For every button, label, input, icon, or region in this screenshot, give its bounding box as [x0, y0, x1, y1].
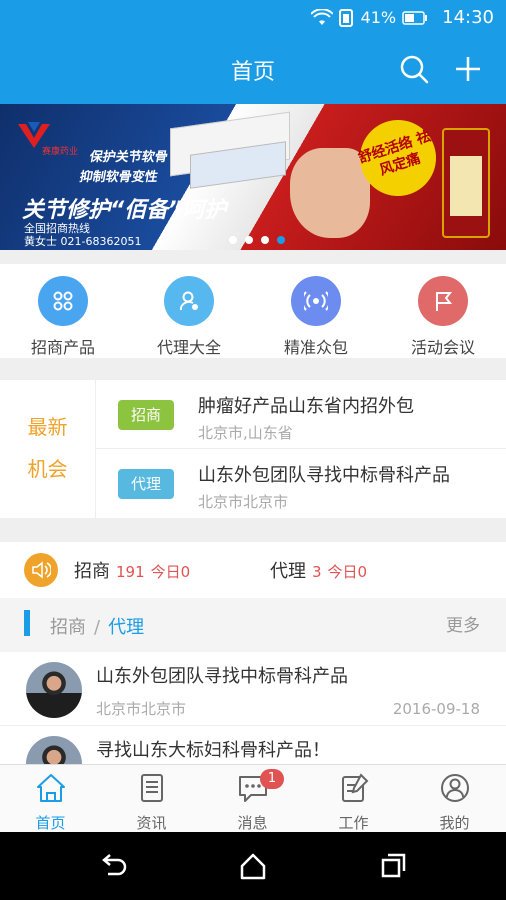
list-item[interactable]: 山东外包团队寻找中标骨科产品 北京市北京市 2016-09-18 — [0, 652, 506, 726]
banner-dot[interactable] — [261, 236, 269, 244]
opportunity-title: 肿瘤好产品山东省内招外包 — [198, 396, 414, 417]
more-link[interactable]: 更多 — [446, 611, 480, 636]
status-bar: 41% 14:30 — [0, 0, 506, 36]
category-badge: 代理 — [118, 469, 174, 499]
stat-daili[interactable]: 代理 3 今日0 — [270, 557, 367, 583]
tab-messages[interactable]: 1 消息 — [202, 769, 303, 833]
list-item-date: 2016-09-18 — [392, 700, 480, 718]
app-bar: 首页 — [0, 36, 506, 104]
list-item-title: 山东外包团队寻找中标骨科产品 — [96, 666, 348, 687]
grid-icon — [38, 276, 88, 326]
quick-item-daili[interactable]: 代理大全 — [126, 276, 252, 358]
home-icon — [36, 774, 65, 802]
post-list: 山东外包团队寻找中标骨科产品 北京市北京市 2016-09-18 寻找山东大标妇… — [0, 652, 506, 764]
system-nav-bar — [0, 832, 506, 900]
list-item[interactable]: 寻找山东大标妇科骨科产品！ — [0, 726, 506, 764]
edit-icon — [341, 773, 368, 802]
banner-tagline-2: 抑制软骨变性 — [78, 170, 159, 185]
bottom-tab-bar: 首页 资讯 1 消息 工作 我的 — [0, 764, 506, 832]
tab-news[interactable]: 资讯 — [101, 771, 202, 833]
signal-icon — [338, 8, 353, 27]
banner-dot-active[interactable] — [277, 236, 285, 244]
hand-image — [290, 148, 370, 238]
add-icon[interactable] — [452, 53, 484, 85]
stat-label: 代理 — [270, 561, 306, 582]
banner-slogan: 关节修护“佰备”呵护 — [22, 198, 227, 223]
opportunity-location: 北京市,山东省 — [198, 424, 293, 442]
avatar — [26, 736, 82, 764]
category-badge: 招商 — [118, 400, 174, 430]
stat-zhaoshang[interactable]: 招商 191 今日0 — [74, 557, 190, 583]
tab-label: 我的 — [439, 814, 470, 832]
home-nav-icon[interactable] — [238, 852, 268, 880]
unread-badge: 1 — [260, 769, 284, 789]
tab-zhaoshang[interactable]: 招商 — [50, 617, 86, 638]
section-header: 招商 / 代理 更多 — [0, 598, 506, 652]
quick-item-label: 代理大全 — [156, 338, 221, 357]
banner-tagline-1: 保护关节软骨 — [88, 150, 169, 165]
avatar — [26, 662, 82, 718]
list-item-location: 北京市北京市 — [96, 700, 187, 718]
opportunity-item[interactable]: 代理 山东外包团队寻找中标骨科产品 北京市北京市 — [96, 449, 506, 518]
list-item-title: 寻找山东大标妇科骨科产品！ — [96, 740, 330, 761]
brand-logo-text: 赛康药业 — [42, 147, 79, 157]
banner-dot[interactable] — [229, 236, 237, 244]
stat-today: 今日0 — [150, 563, 191, 581]
product-bottle-label — [450, 156, 482, 216]
quick-item-zhongbao[interactable]: 精准众包 — [253, 276, 379, 358]
promo-banner[interactable]: 赛康药业 保护关节软骨 抑制软骨变性 关节修护“佰备”呵护 全国招商热线 黄女士… — [0, 104, 506, 250]
broadcast-icon — [291, 276, 341, 326]
user-badge-icon — [164, 276, 214, 326]
tab-label: 消息 — [237, 814, 268, 832]
tab-daili[interactable]: 代理 — [108, 617, 144, 638]
stat-count: 3 — [312, 563, 322, 581]
quick-item-huodong[interactable]: 活动会议 — [380, 276, 506, 358]
quick-item-zhaoshang[interactable]: 招商产品 — [0, 276, 126, 358]
section-indicator — [24, 610, 30, 636]
quick-item-label: 招商产品 — [30, 338, 95, 357]
search-icon[interactable] — [398, 53, 430, 85]
opportunity-location: 北京市北京市 — [198, 493, 289, 511]
quick-menu: 招商产品 代理大全 精准众包 活动会议 — [0, 264, 506, 358]
tab-work[interactable]: 工作 — [303, 771, 404, 833]
tab-label: 首页 — [35, 814, 66, 832]
section-tabs: 招商 / 代理 — [50, 613, 144, 639]
page-title: 首页 — [230, 60, 275, 85]
stats-bar: 招商 191 今日0 代理 3 今日0 — [0, 542, 506, 598]
battery-percent: 41% — [360, 8, 397, 27]
flag-icon — [418, 276, 468, 326]
stat-label: 招商 — [74, 561, 110, 582]
quick-item-label: 精准众包 — [283, 338, 348, 357]
latest-opportunities: 最新 机会 招商 肿瘤好产品山东省内招外包 北京市,山东省 代理 山东外包团队寻… — [0, 380, 506, 518]
news-icon — [140, 774, 163, 802]
banner-hotline: 全国招商热线 黄女士 021-68362051 — [24, 222, 141, 248]
latest-title: 最新 机会 — [0, 380, 96, 518]
banner-dot[interactable] — [245, 236, 253, 244]
recents-icon[interactable] — [378, 852, 408, 880]
tab-home[interactable]: 首页 — [0, 771, 101, 833]
profile-icon — [440, 774, 469, 802]
opportunity-title: 山东外包团队寻找中标骨科产品 — [198, 465, 450, 486]
latest-title-line-2: 机会 — [27, 457, 68, 481]
hotline-line-1: 全国招商热线 — [24, 222, 90, 235]
battery-icon — [402, 10, 428, 25]
speaker-icon — [24, 553, 58, 587]
latest-title-line-1: 最新 — [27, 415, 68, 439]
quick-item-label: 活动会议 — [410, 338, 475, 357]
opportunity-item[interactable]: 招商 肿瘤好产品山东省内招外包 北京市,山东省 — [96, 380, 506, 449]
tab-profile[interactable]: 我的 — [404, 771, 505, 833]
tab-separator: / — [94, 617, 101, 638]
stat-today: 今日0 — [327, 563, 368, 581]
stat-count: 191 — [116, 563, 145, 581]
tab-label: 工作 — [338, 814, 369, 832]
back-icon[interactable] — [98, 852, 128, 880]
wifi-icon — [310, 8, 333, 25]
banner-pagination[interactable] — [0, 236, 506, 244]
status-time: 14:30 — [442, 7, 494, 28]
tab-label: 资讯 — [136, 814, 167, 832]
